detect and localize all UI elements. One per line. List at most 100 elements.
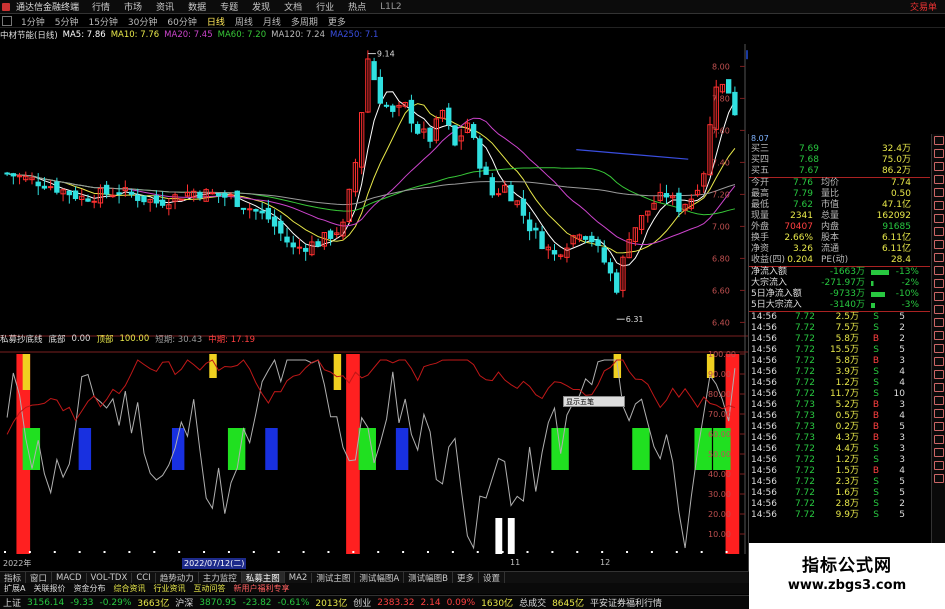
tool-icon-24[interactable] [933, 435, 944, 444]
tick-row[interactable]: 14:56 7.72 3.9万 S 4 [749, 367, 930, 378]
tool-icon-9[interactable] [933, 240, 944, 249]
tick-row[interactable]: 14:56 7.72 2.5万 S 5 [749, 312, 930, 323]
info-tab[interactable]: 行业资讯 [149, 583, 189, 594]
tool-icon-25[interactable] [933, 448, 944, 457]
window-toggle-icon[interactable] [2, 16, 12, 26]
tool-icon-6[interactable] [933, 201, 944, 210]
indicator-tab[interactable]: 设置 [479, 572, 506, 583]
tick-row[interactable]: 14:56 7.72 4.4万 S 3 [749, 444, 930, 455]
period-60min[interactable]: 60分钟 [162, 15, 201, 28]
tick-row[interactable]: 14:56 7.72 1.6万 S 5 [749, 488, 930, 499]
period-15min[interactable]: 15分钟 [83, 15, 122, 28]
menu-discover[interactable]: 发现 [245, 0, 277, 13]
period-weekly[interactable]: 周线 [230, 15, 258, 28]
trade-button[interactable]: 交易单 [910, 0, 945, 13]
tick-row[interactable]: 14:56 7.72 15.5万 S 5 [749, 345, 930, 356]
tool-icon-18[interactable] [933, 357, 944, 366]
quote-code: 8.07 [751, 134, 769, 143]
tick-time: 14:56 [751, 499, 777, 509]
tick-row[interactable]: 14:56 7.72 5.8万 B 3 [749, 356, 930, 367]
info-tab[interactable]: 新用户福利专享 [229, 583, 293, 594]
indicator-tab[interactable]: MACD [52, 572, 87, 583]
tool-icon-19[interactable] [933, 370, 944, 379]
tool-icon-7[interactable] [933, 214, 944, 223]
tick-row[interactable]: 14:56 7.73 0.2万 B 5 [749, 422, 930, 433]
menu-news[interactable]: 资讯 [149, 0, 181, 13]
menu-l1l2[interactable]: L1L2 [373, 2, 408, 12]
period-more[interactable]: 更多 [323, 15, 351, 28]
tool-icon-16[interactable] [933, 331, 944, 340]
indicator-tab[interactable]: 测试主图 [312, 572, 356, 583]
stat-label: 最高 [751, 189, 770, 199]
indicator-tab[interactable]: MA2 [285, 572, 313, 583]
indicator-tab[interactable]: 主力监控 [199, 572, 242, 583]
menu-topics[interactable]: 专题 [213, 0, 245, 13]
tool-icon-3[interactable] [933, 162, 944, 171]
tool-icon-1[interactable] [933, 136, 944, 145]
indicator-tab[interactable]: 私募主图 [241, 572, 285, 583]
tool-icon-13[interactable] [933, 292, 944, 301]
info-tab[interactable]: 资金分布 [69, 583, 109, 594]
tool-icon-22[interactable] [933, 409, 944, 418]
tick-row[interactable]: 14:56 7.72 5.8万 B 2 [749, 334, 930, 345]
info-tab[interactable]: 综合资讯 [109, 583, 149, 594]
tick-row[interactable]: 14:56 7.72 11.7万 S 10 [749, 389, 930, 400]
candle-body [607, 262, 614, 274]
period-30min[interactable]: 30分钟 [123, 15, 162, 28]
menu-hot[interactable]: 热点 [341, 0, 373, 13]
tool-icon-4[interactable] [933, 175, 944, 184]
tick-row[interactable]: 14:56 7.72 1.2万 S 4 [749, 378, 930, 389]
period-monthly[interactable]: 月线 [258, 15, 286, 28]
tool-icon-2[interactable] [933, 149, 944, 158]
tool-icon-15[interactable] [933, 318, 944, 327]
candles [4, 50, 738, 298]
price-chart[interactable]: 8.00 7.80 7.60 7.40 7.20 7.00 6.80 6.60 6.40 100… [0, 42, 748, 558]
info-tab[interactable]: 关联报价 [29, 583, 69, 594]
tick-row[interactable]: 14:56 7.72 9.9万 S 5 [749, 510, 930, 521]
tick-row[interactable]: 14:56 7.73 5.2万 B 3 [749, 400, 930, 411]
flow-row: 净流入额 -1663万 -13% [749, 267, 930, 278]
tool-icon-12[interactable] [933, 279, 944, 288]
menu-data[interactable]: 数据 [181, 0, 213, 13]
info-tab[interactable]: 互动问答 [189, 583, 229, 594]
tick-volume: 1.6万 [835, 488, 859, 498]
broker-label[interactable]: 平安证券福利行情 [587, 596, 665, 609]
tick-row[interactable]: 14:56 7.72 7.5万 S 2 [749, 323, 930, 334]
tool-icon-10[interactable] [933, 253, 944, 262]
menu-docs[interactable]: 文档 [277, 0, 309, 13]
menu-industry[interactable]: 行业 [309, 0, 341, 13]
tool-icon-14[interactable] [933, 305, 944, 314]
tool-icon-11[interactable] [933, 266, 944, 275]
tick-row[interactable]: 14:56 7.72 2.8万 S 2 [749, 499, 930, 510]
tool-icon-27[interactable] [933, 474, 944, 483]
indicator-tab[interactable]: CCI [132, 572, 156, 583]
indicator-tab[interactable]: VOL-TDX [87, 572, 133, 583]
tick-list[interactable]: 14:56 7.72 2.5万 S 5 14:56 7.72 7.5万 S 2 14:56 7.72 5… [749, 312, 930, 521]
menu-markets[interactable]: 市场 [117, 0, 149, 13]
tool-icon-26[interactable] [933, 461, 944, 470]
tool-icon-8[interactable] [933, 227, 944, 236]
period-1min[interactable]: 1分钟 [16, 15, 50, 28]
period-5min[interactable]: 5分钟 [50, 15, 84, 28]
tick-row[interactable]: 14:56 7.73 4.3万 B 3 [749, 433, 930, 444]
tick-row[interactable]: 14:56 7.73 0.5万 B 4 [749, 411, 930, 422]
indicator-tab[interactable]: 测试幅图B [404, 572, 453, 583]
tick-row[interactable]: 14:56 7.72 1.2万 S 3 [749, 455, 930, 466]
tool-icon-20[interactable] [933, 383, 944, 392]
indicator-tab[interactable]: 测试幅图A [355, 572, 405, 583]
info-tab[interactable]: 扩展A [0, 583, 29, 594]
show-five-popup[interactable]: 显示五笔 [563, 396, 625, 407]
period-daily[interactable]: 日线 [202, 15, 230, 28]
tick-row[interactable]: 14:56 7.72 2.3万 S 5 [749, 477, 930, 488]
indicator-tab[interactable]: 更多 [453, 572, 480, 583]
indicator-tab[interactable]: 趋势动力 [156, 572, 199, 583]
indicator-tab[interactable]: 窗口 [26, 572, 53, 583]
menu-market[interactable]: 行情 [85, 0, 117, 13]
tool-icon-23[interactable] [933, 422, 944, 431]
tool-icon-17[interactable] [933, 344, 944, 353]
tick-row[interactable]: 14:56 7.72 1.5万 B 4 [749, 466, 930, 477]
indicator-tab[interactable]: 指标 [0, 572, 27, 583]
tool-icon-5[interactable] [933, 188, 944, 197]
period-multi[interactable]: 多周期 [286, 15, 323, 28]
tool-icon-21[interactable] [933, 396, 944, 405]
